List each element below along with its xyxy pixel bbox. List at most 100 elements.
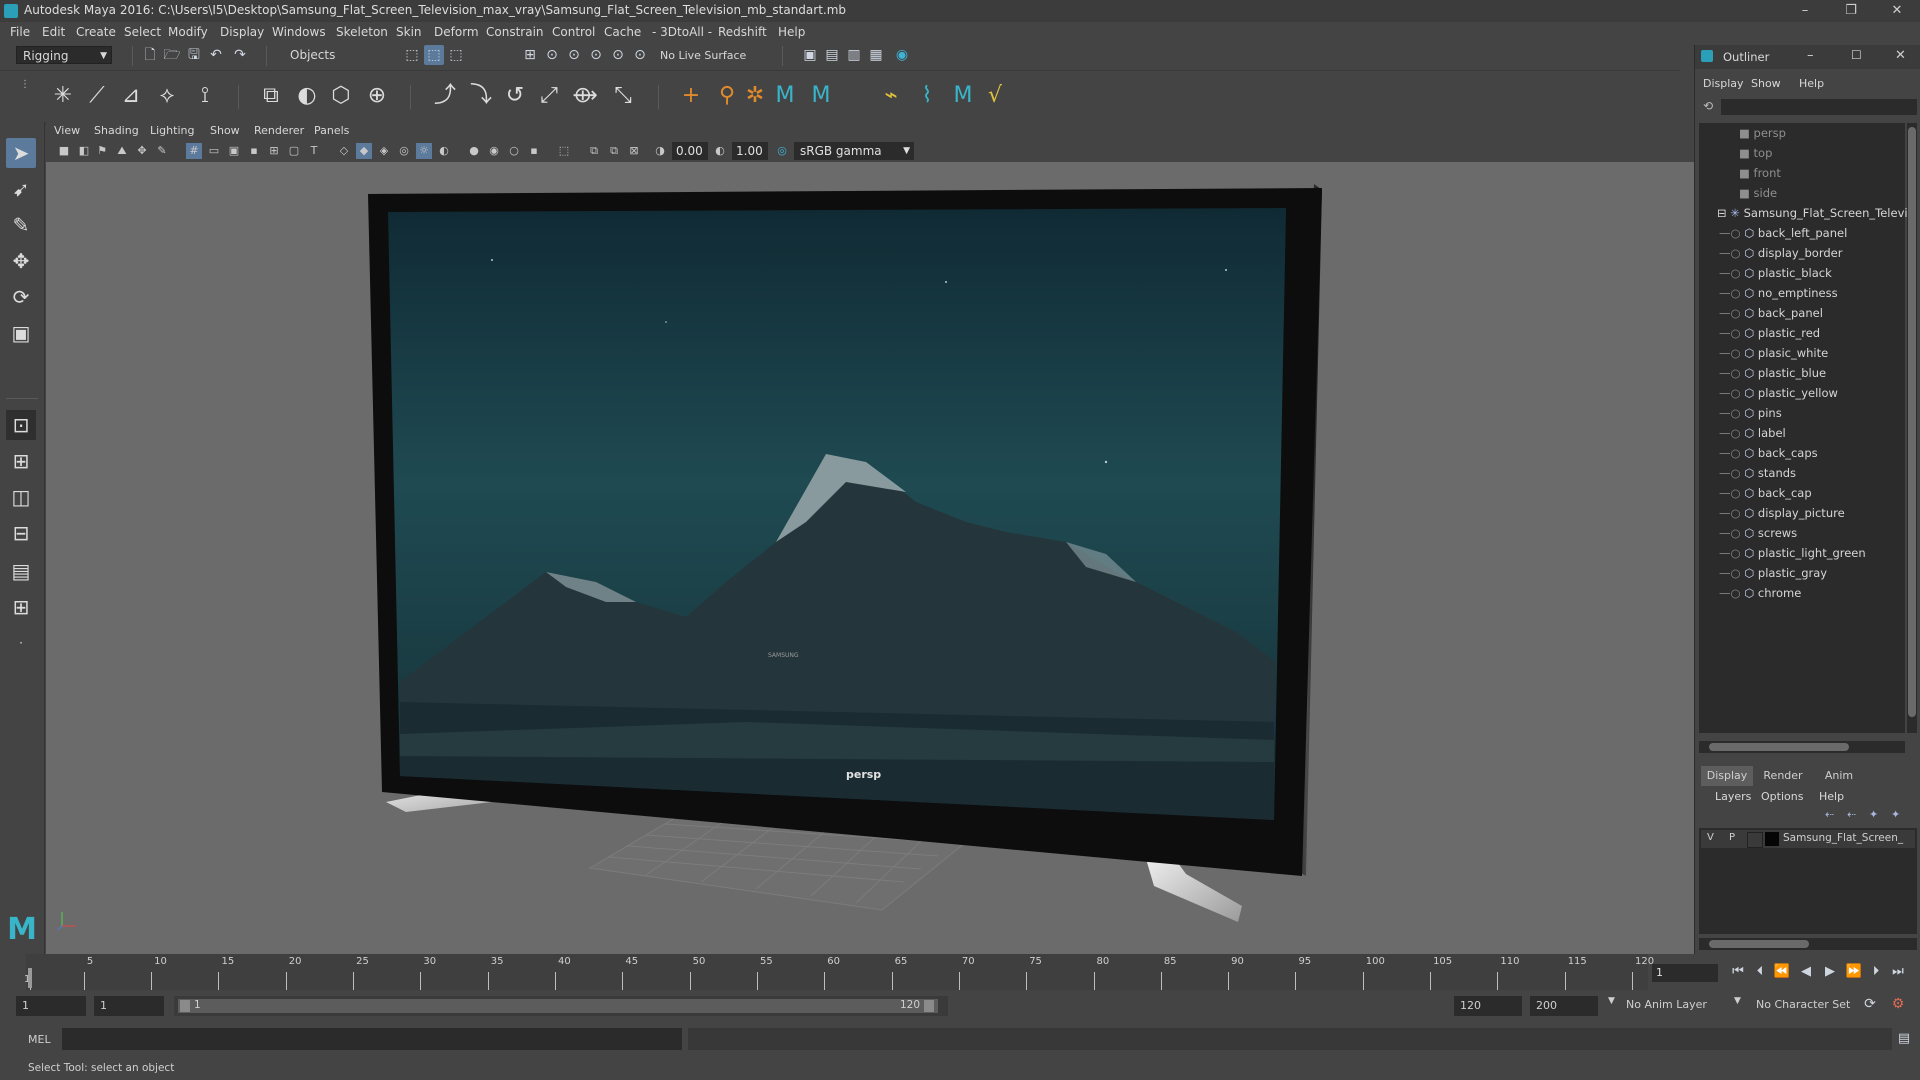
outliner-item[interactable]: —○ ⬡ plastic_gray bbox=[1719, 563, 1920, 583]
safe-title-icon[interactable]: T bbox=[306, 143, 322, 159]
paint-select-icon[interactable]: ✎ bbox=[6, 210, 36, 240]
outliner-item[interactable]: —○ ⬡ plastic_blue bbox=[1719, 363, 1920, 383]
outliner-item[interactable]: —○ ⬡ no_emptiness bbox=[1719, 283, 1920, 303]
exposure-field[interactable]: 0.00 bbox=[672, 142, 708, 160]
menu-deform[interactable]: Deform bbox=[434, 25, 479, 39]
locator-icon[interactable]: + bbox=[676, 81, 706, 111]
step-forward-key-icon[interactable]: ⏩ bbox=[1844, 962, 1864, 982]
custom-layout-icon[interactable]: · bbox=[6, 628, 36, 658]
render-settings-icon[interactable]: ▦ bbox=[866, 45, 886, 65]
menu-constrain[interactable]: Constrain bbox=[486, 25, 544, 39]
outliner-item[interactable]: —○ ⬡ back_cap bbox=[1719, 483, 1920, 503]
field-chart-icon[interactable]: ⊞ bbox=[266, 143, 282, 159]
wireframe-on-shaded-icon[interactable]: ◈ bbox=[376, 143, 392, 159]
gate-mask-icon[interactable]: ▪ bbox=[246, 143, 262, 159]
viewport-menu-show[interactable]: Show bbox=[210, 124, 240, 137]
shadows-icon[interactable]: ◐ bbox=[436, 143, 452, 159]
snap-vertex-icon[interactable]: ⊙ bbox=[630, 45, 650, 65]
textured-icon[interactable]: ◎ bbox=[396, 143, 412, 159]
isolate-select-icon[interactable]: ⬚ bbox=[556, 143, 572, 159]
outliner-layout-icon[interactable]: ▤ bbox=[6, 556, 36, 586]
menu-control[interactable]: Control bbox=[552, 25, 595, 39]
motion-blur-icon[interactable]: ◉ bbox=[486, 143, 502, 159]
hypershade-icon[interactable]: ◉ bbox=[892, 45, 912, 65]
scale-tool-icon[interactable]: ▣ bbox=[6, 318, 36, 348]
animation-prefs-icon[interactable]: ⚙ bbox=[1888, 994, 1908, 1014]
joint-tool-icon[interactable]: ✳ bbox=[48, 81, 78, 111]
outliner-item[interactable]: —○ ⬡ display_picture bbox=[1719, 503, 1920, 523]
playback-start-field[interactable]: 1 bbox=[94, 996, 164, 1016]
save-scene-icon[interactable]: 🖫 bbox=[184, 45, 204, 65]
hik-character-icon[interactable]: M bbox=[806, 81, 836, 111]
menu-cache[interactable]: Cache bbox=[604, 25, 641, 39]
cluster-icon[interactable]: ⊕ bbox=[362, 81, 392, 111]
wireframe-icon[interactable]: ◇ bbox=[336, 143, 352, 159]
quick-rig-icon[interactable]: M bbox=[948, 81, 978, 111]
select-object-icon[interactable]: ⬚ bbox=[424, 45, 444, 65]
outliner-item[interactable]: —○ ⬡ screws bbox=[1719, 523, 1920, 543]
rotate-tool-icon[interactable]: ⟳ bbox=[6, 282, 36, 312]
scrollbar-thumb[interactable] bbox=[1908, 127, 1916, 717]
playback-end-field[interactable]: 120 bbox=[1454, 996, 1522, 1016]
layer-menu-layers[interactable]: Layers bbox=[1715, 790, 1751, 803]
select-component-icon[interactable]: ⬚ bbox=[446, 45, 466, 65]
range-end-grip[interactable] bbox=[924, 1000, 934, 1012]
outliner-item[interactable]: —○ ⬡ back_panel bbox=[1719, 303, 1920, 323]
maximize-button[interactable]: ❐ bbox=[1828, 0, 1874, 22]
anti-aliasing-icon[interactable]: ○ bbox=[506, 143, 522, 159]
bind-skin-icon[interactable]: ⧉ bbox=[256, 81, 286, 111]
go-to-end-icon[interactable]: ⏭ bbox=[1888, 962, 1908, 982]
screen-space-ao-icon[interactable]: ● bbox=[466, 143, 482, 159]
scrollbar-thumb[interactable] bbox=[1709, 743, 1849, 751]
outliner-item[interactable]: —○ ⬡ plastic_red bbox=[1719, 323, 1920, 343]
xray-icon[interactable]: ⧉ bbox=[586, 143, 602, 159]
menu-modify[interactable]: Modify bbox=[168, 25, 208, 39]
outliner-menu-show[interactable]: Show bbox=[1751, 77, 1781, 90]
layer-row[interactable]: V P Samsung_Flat_Screen_ bbox=[1701, 830, 1915, 848]
xray-joints-icon[interactable]: ⧉ bbox=[606, 143, 622, 159]
grease-pencil-icon[interactable]: ✎ bbox=[154, 143, 170, 159]
layer-playback-toggle[interactable]: P bbox=[1729, 832, 1735, 843]
step-forward-frame-icon[interactable]: ⏵ bbox=[1866, 962, 1886, 982]
range-slider[interactable]: 1 120 bbox=[174, 996, 948, 1016]
chevron-down-icon[interactable]: ▼ bbox=[1734, 996, 1741, 1006]
outliner-tree[interactable]: ■ persp ■ top ■ front ■ side ⊟ ✳ Samsung… bbox=[1699, 123, 1914, 733]
smooth-shade-icon[interactable]: ◆ bbox=[356, 143, 372, 159]
paint-skin-icon[interactable]: ⌇ bbox=[912, 81, 942, 111]
menu-create[interactable]: Create bbox=[76, 25, 116, 39]
viewport-menu-lighting[interactable]: Lighting bbox=[150, 124, 194, 137]
outliner-group-samsung[interactable]: ⊟ ✳ Samsung_Flat_Screen_Televis bbox=[1717, 203, 1920, 223]
depth-of-field-icon[interactable]: ▪ bbox=[526, 143, 542, 159]
hik-icon[interactable]: M bbox=[770, 81, 800, 111]
outliner-vscrollbar[interactable] bbox=[1907, 123, 1917, 733]
menu-skin[interactable]: Skin bbox=[396, 25, 422, 39]
color-management-icon[interactable]: ◎ bbox=[774, 143, 790, 159]
ik-handle-icon[interactable]: ⟡ bbox=[152, 81, 182, 111]
outliner-camera-persp[interactable]: ■ persp bbox=[1739, 123, 1920, 143]
go-to-start-icon[interactable]: ⏮ bbox=[1728, 962, 1748, 982]
lasso-tool-icon[interactable]: ➹ bbox=[6, 174, 36, 204]
step-back-frame-icon[interactable]: ⏴ bbox=[1750, 962, 1770, 982]
select-hierarchy-icon[interactable]: ⬚ bbox=[402, 45, 422, 65]
menu-edit[interactable]: Edit bbox=[42, 25, 65, 39]
four-pane-layout-icon[interactable]: ⊞ bbox=[6, 446, 36, 476]
new-layer-icon[interactable]: ✦ bbox=[1869, 808, 1878, 821]
outliner-item[interactable]: —○ ⬡ plastic_yellow bbox=[1719, 383, 1920, 403]
pole-vector-icon[interactable]: ⤡ bbox=[608, 81, 638, 111]
layer-hscrollbar[interactable] bbox=[1699, 938, 1917, 950]
open-scene-icon[interactable]: 🗁 bbox=[162, 45, 182, 65]
select-mode-dropdown[interactable]: Objects bbox=[284, 46, 380, 64]
outliner-item[interactable]: —○ ⬡ display_border bbox=[1719, 243, 1920, 263]
camera-attributes-icon[interactable]: ◧ bbox=[76, 143, 92, 159]
new-scene-icon[interactable]: 🗋 bbox=[140, 45, 160, 65]
resolution-gate-icon[interactable]: ▣ bbox=[226, 143, 242, 159]
menu-skeleton[interactable]: Skeleton bbox=[336, 25, 388, 39]
outliner-item[interactable]: —○ ⬡ pins bbox=[1719, 403, 1920, 423]
chevron-down-icon[interactable]: ▼ bbox=[1608, 996, 1615, 1006]
filter-icon[interactable]: ⟲ bbox=[1703, 99, 1713, 113]
shelf-menu-icon[interactable]: ⋮ bbox=[20, 79, 30, 90]
move-layer-down-icon[interactable]: ⇠ bbox=[1847, 808, 1856, 821]
use-all-lights-icon[interactable]: ☼ bbox=[416, 143, 432, 159]
menu-windows[interactable]: Windows bbox=[272, 25, 326, 39]
menu-display[interactable]: Display bbox=[220, 25, 264, 39]
